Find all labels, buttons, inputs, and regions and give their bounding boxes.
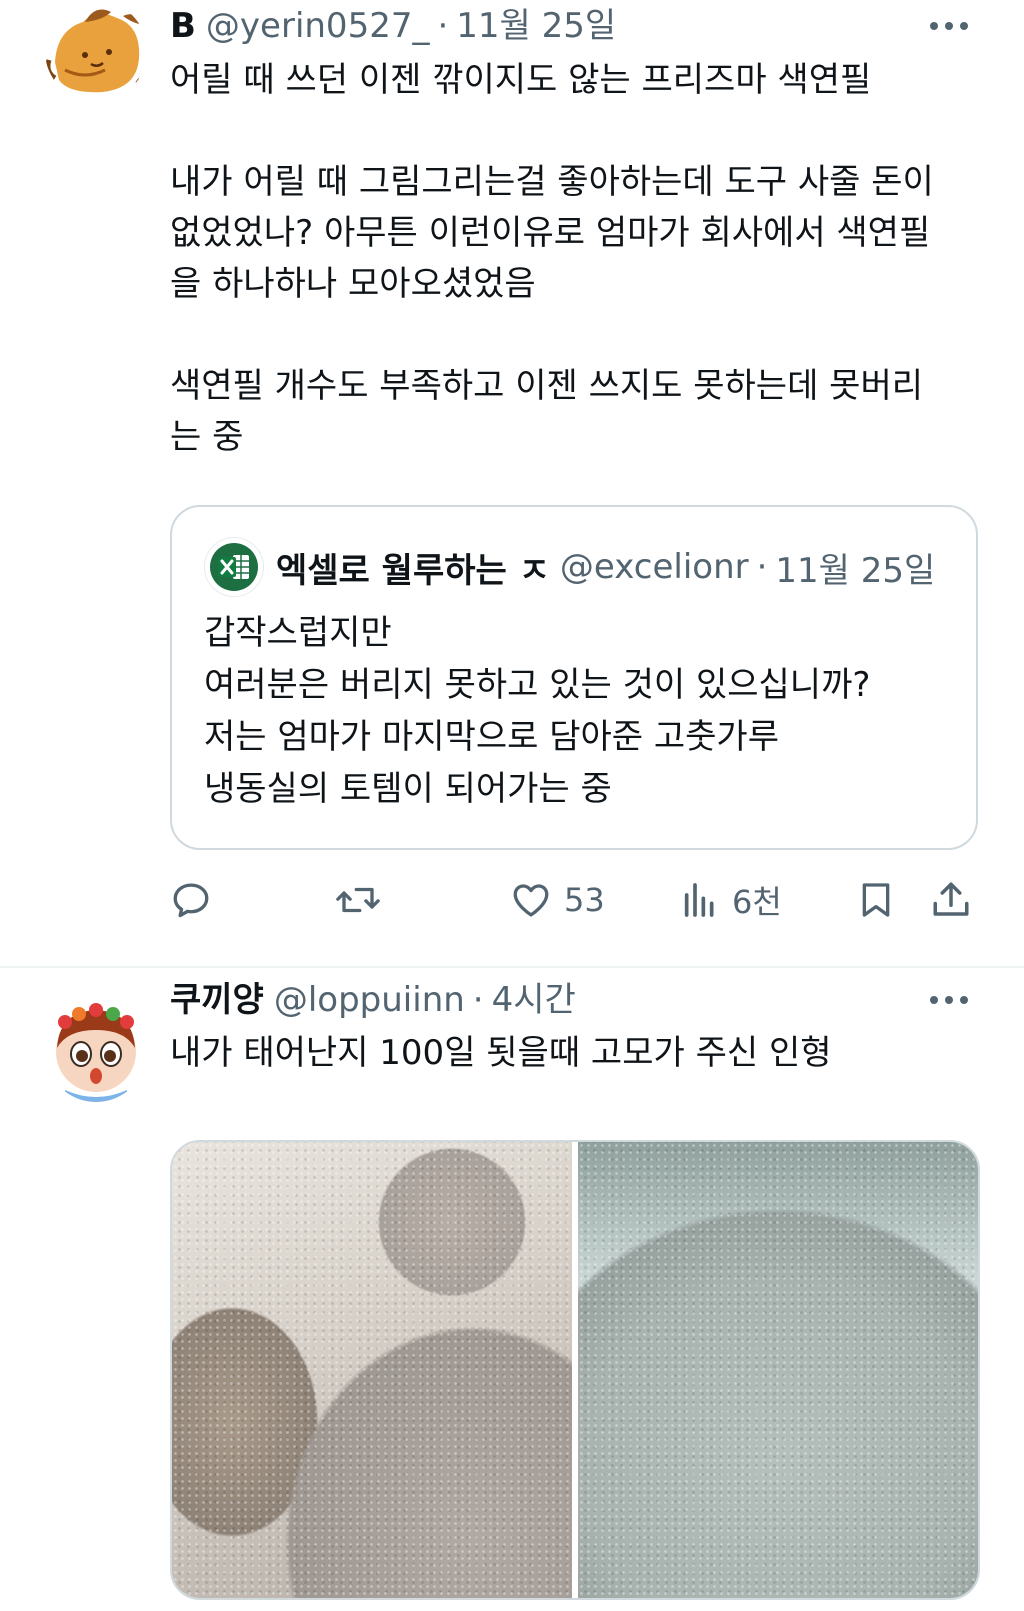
plush-toy-photo-1[interactable] xyxy=(172,1142,572,1598)
like-button[interactable]: 53 xyxy=(510,868,605,932)
share-icon xyxy=(933,882,969,916)
bookmark-icon xyxy=(862,883,890,917)
tweet-header: 쿠끼양 @loppuiinn · 4시간 xyxy=(170,974,974,1026)
more-options-button[interactable] xyxy=(924,0,974,52)
media-gallery xyxy=(170,1140,980,1600)
timestamp[interactable]: 11월 25일 xyxy=(456,0,616,52)
photo-texture xyxy=(172,1142,572,1598)
reply-button[interactable] xyxy=(170,868,224,932)
user-handle[interactable]: @yerin0527_ xyxy=(206,0,430,52)
timestamp[interactable]: 4시간 xyxy=(492,974,576,1026)
timeline-feed: B @yerin0527_ · 11월 25일 어릴 때 쓰던 이젠 깎이지도 … xyxy=(0,0,1024,1611)
avatar-cartoon-girl-image xyxy=(45,1000,147,1102)
heart-icon xyxy=(513,884,549,917)
share-button[interactable] xyxy=(930,868,972,932)
tweet-post[interactable]: B @yerin0527_ · 11월 25일 어릴 때 쓰던 이젠 깎이지도 … xyxy=(0,0,1024,968)
display-name[interactable]: B xyxy=(170,0,196,52)
avatar[interactable] xyxy=(45,0,147,102)
more-options-button[interactable] xyxy=(924,974,974,1026)
like-count: 53 xyxy=(564,881,605,919)
post-divider xyxy=(0,966,1024,968)
more-horizontal-icon xyxy=(930,996,968,1004)
quoted-tweet-text: 갑작스럽지만 여러분은 버리지 못하고 있는 것이 있으십니까? 저는 엄마가 … xyxy=(204,613,871,809)
tweet-text: 내가 태어난지 100일 됫을때 고모가 주신 인형 xyxy=(170,1033,832,1073)
tweet-text: 어릴 때 쓰던 이젠 깎이지도 않는 프리즈마 색연필 내가 어릴 때 그림그리… xyxy=(170,60,934,457)
avatar-cat-bread-image xyxy=(45,0,147,102)
view-count: 6천 xyxy=(732,883,782,921)
repost-button[interactable] xyxy=(335,868,393,932)
avatar[interactable] xyxy=(45,1000,147,1102)
more-horizontal-icon xyxy=(930,22,968,30)
display-name[interactable]: 쿠끼양 xyxy=(170,974,264,1026)
quoted-tweet[interactable]: 엑셀로 월루하는 ㅈ @excelionr · 11월 25일 갑작스럽지만 여… xyxy=(170,505,978,850)
tweet-actions: 53 6천 xyxy=(170,868,980,932)
bookmark-button[interactable] xyxy=(856,868,896,932)
photo-texture xyxy=(578,1142,978,1598)
quoted-avatar[interactable] xyxy=(204,537,264,597)
views-button[interactable]: 6천 xyxy=(680,868,782,932)
quoted-display-name[interactable]: 엑셀로 월루하는 ㅈ xyxy=(276,543,550,592)
quoted-separator-dot: · xyxy=(756,547,768,587)
reply-icon xyxy=(173,883,209,918)
separator-dot: · xyxy=(437,6,449,46)
user-handle[interactable]: @loppuiinn xyxy=(274,974,465,1026)
quoted-timestamp[interactable]: 11월 25일 xyxy=(775,543,935,592)
separator-dot: · xyxy=(472,980,484,1020)
tweet-header: B @yerin0527_ · 11월 25일 xyxy=(170,0,974,52)
quoted-user-handle[interactable]: @excelionr xyxy=(560,547,749,587)
plush-toy-photo-2[interactable] xyxy=(578,1142,978,1598)
quoted-tweet-header: 엑셀로 월루하는 ㅈ @excelionr · 11월 25일 xyxy=(204,537,956,597)
tweet-post[interactable]: 쿠끼양 @loppuiinn · 4시간 내가 태어난지 100일 됫을때 고모… xyxy=(0,970,1024,1611)
repost-icon xyxy=(336,887,380,913)
excel-icon xyxy=(210,543,258,591)
views-chart-icon xyxy=(684,883,714,917)
